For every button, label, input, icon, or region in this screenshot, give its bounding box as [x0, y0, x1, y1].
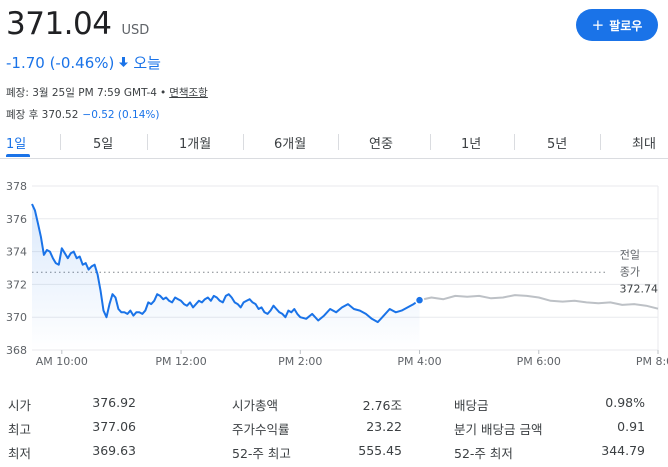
follow-label: 팔로우	[609, 18, 643, 33]
x-tick-label: PM 12:00	[155, 355, 206, 368]
y-tick-label: 374	[6, 246, 27, 259]
x-tick-label: PM 4:00	[397, 355, 441, 368]
change-period: 오늘	[133, 54, 161, 72]
after-hours-label: 폐장 후 370.52	[6, 109, 79, 121]
after-hours-change: −0.52 (0.14%)	[82, 109, 160, 121]
price-area	[32, 204, 420, 350]
stat-value: 0.91	[617, 419, 645, 434]
tab-5y[interactable]: 5년	[547, 133, 567, 152]
previous-close-value: 372.74	[620, 282, 659, 295]
stat-label: 최저	[8, 446, 32, 461]
after-hours-info: 폐장 후 370.52 −0.52 (0.14%)	[6, 107, 159, 122]
tab-ytd[interactable]: 연중	[369, 133, 393, 152]
stat-value: 376.92	[92, 395, 136, 410]
x-tick-label: PM 6:00	[517, 355, 561, 368]
x-tick-label: PM 2:00	[278, 355, 322, 368]
stat-label: 시가총액	[232, 398, 279, 413]
y-tick-label: 376	[6, 213, 27, 226]
x-tick-label: PM 8:00	[636, 355, 668, 368]
tab-5d[interactable]: 5일	[93, 133, 113, 152]
stat-label: 52-주 최고	[232, 446, 291, 461]
closed-info: 폐장: 3월 25일 PM 7:59 GMT-4 • 면책조항	[6, 87, 208, 99]
stat-value: 369.63	[92, 443, 136, 458]
y-tick-label: 370	[6, 311, 27, 324]
tab-max[interactable]: 최대	[632, 133, 656, 152]
follow-button[interactable]: + 팔로우	[576, 9, 658, 41]
change-value: -1.70 (-0.46%)	[6, 53, 115, 72]
y-tick-label: 372	[6, 278, 27, 291]
active-tab-indicator	[6, 154, 30, 157]
plus-icon: +	[591, 16, 605, 34]
stat-value: 23.22	[366, 419, 402, 434]
stat-value: 555.45	[358, 443, 402, 458]
stat-value: 0.98%	[605, 395, 645, 410]
stat-value: 377.06	[92, 419, 136, 434]
x-tick-label: AM 10:00	[36, 355, 88, 368]
current-price: 371.04	[6, 6, 112, 42]
stat-label: 최고	[8, 422, 32, 437]
stat-label: 주가수익률	[232, 422, 290, 437]
price-line-after-hours	[419, 294, 659, 310]
currency: USD	[121, 23, 150, 38]
tab-1y[interactable]: 1년	[461, 133, 481, 152]
stat-label: 시가	[8, 398, 32, 413]
previous-close-label-2: 종가	[620, 265, 640, 278]
y-tick-label: 368	[6, 344, 27, 357]
stat-label: 분기 배당금 금액	[454, 422, 543, 437]
disclaimer-link[interactable]: 면책조항	[169, 87, 208, 99]
tab-1d[interactable]: 1일	[6, 133, 26, 152]
y-tick-label: 378	[6, 180, 27, 193]
range-tabs: 1일 5일 1개월 6개월 연중 1년 5년 최대	[0, 128, 668, 159]
price-chart[interactable]: 378 376 374 372 370 368 AM 10:00 PM 12:00 PM 2:…	[0, 170, 668, 375]
closed-text: 폐장: 3월 25일 PM 7:59 GMT-4	[6, 87, 157, 99]
price-header: 371.04 USD	[6, 4, 149, 44]
arrow-down-icon	[118, 54, 129, 72]
previous-close-label: 전일	[620, 247, 640, 261]
price-change: -1.70 (-0.46%) 오늘	[6, 52, 161, 73]
last-price-marker	[414, 295, 425, 305]
stat-value: 2.76조	[362, 398, 402, 413]
tab-1m[interactable]: 1개월	[179, 133, 211, 152]
stat-label: 배당금	[454, 398, 489, 413]
stat-label: 52-주 최저	[454, 446, 513, 461]
stat-value: 344.79	[601, 443, 645, 458]
tab-6m[interactable]: 6개월	[274, 133, 306, 152]
